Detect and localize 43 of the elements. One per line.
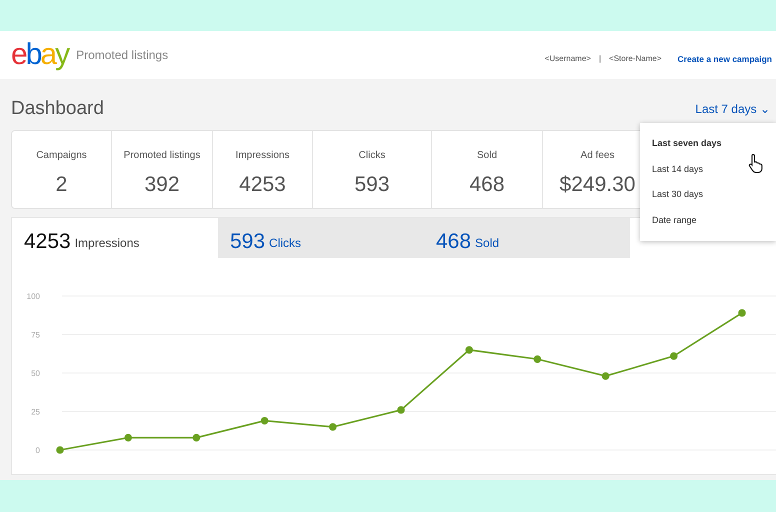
data-point	[192, 433, 200, 441]
ebay-logo: ebay	[11, 40, 68, 70]
stat-value: 2	[56, 172, 68, 198]
data-point	[260, 416, 268, 424]
hand-cursor-icon	[748, 153, 764, 173]
y-tick-label: 75	[31, 330, 40, 339]
menu-item[interactable]: Last 30 days	[640, 182, 776, 208]
stat-label: Campaigns	[36, 148, 87, 162]
y-tick-label: 25	[31, 407, 40, 416]
metric-tab[interactable]: 593 Clicks	[218, 218, 424, 258]
stat-label: Clicks	[358, 148, 386, 162]
menu-item[interactable]: Date range	[640, 208, 776, 233]
stat-label: Ad fees	[580, 148, 614, 162]
data-point	[534, 354, 542, 362]
data-point	[124, 433, 132, 441]
y-tick-label: 50	[31, 368, 40, 378]
data-point	[329, 422, 337, 430]
stat-value: 593	[354, 172, 390, 198]
date-range-dropdown[interactable]: Last 7 days ⌄	[695, 100, 770, 118]
username: <Username>	[544, 53, 591, 65]
menu-item[interactable]: Last seven days	[640, 131, 776, 156]
stat-label: Sold	[476, 148, 497, 162]
store-name: <Store-Name>	[609, 53, 662, 65]
page-title: Dashboard	[11, 97, 104, 121]
data-point	[670, 352, 678, 360]
y-tick-label: 0	[36, 446, 40, 454]
data-point	[738, 308, 746, 316]
create-campaign-link[interactable]: Create a new campaign	[678, 52, 772, 66]
data-point	[56, 446, 64, 454]
menu-item[interactable]: Last 14 days	[640, 156, 776, 182]
stat-value: 468	[469, 172, 505, 198]
stat-label: Promoted listings	[124, 148, 200, 162]
stat-label: Impressions	[236, 148, 290, 162]
separator: |	[598, 53, 602, 65]
stat-value: 392	[144, 172, 180, 198]
stat-value: 4253	[239, 172, 286, 198]
metric-tab[interactable]: 468 Sold	[424, 218, 630, 258]
stat-value: $249.30	[560, 172, 636, 198]
data-point	[602, 372, 610, 380]
data-point	[465, 346, 473, 354]
y-tick-label: 100	[26, 292, 40, 300]
product-name: Promoted listings	[76, 47, 168, 64]
data-point	[397, 406, 405, 414]
